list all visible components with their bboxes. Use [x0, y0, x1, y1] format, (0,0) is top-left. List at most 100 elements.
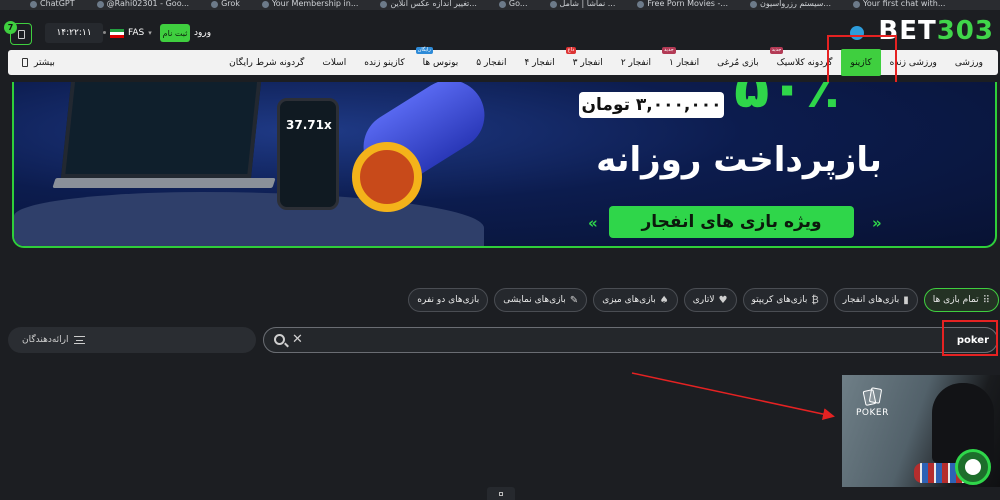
category-tab[interactable]: ✎ بازی‌های نمایشی: [494, 288, 588, 312]
lottery-icon: ♥: [718, 294, 728, 306]
nav-item[interactable]: اسلات: [313, 50, 355, 75]
clock: ۱۴:۲۲:۱۱: [45, 23, 103, 43]
notification-badge[interactable]: 7: [4, 21, 17, 34]
bookmark-item[interactable]: @Rahi02301 - Goo...: [96, 0, 190, 10]
banner-rock-art: [14, 192, 484, 246]
grid-icon: ⠿: [982, 294, 990, 306]
search-icon[interactable]: [274, 334, 285, 345]
promo-banner[interactable]: 37.71x ۵۰٪ ۳,۰۰۰,۰۰۰ تومان بازپرداخت روز…: [12, 82, 997, 248]
favicon-icon: [750, 0, 758, 8]
nav-item-label: انفجار ۳: [572, 57, 603, 68]
bookmark-item[interactable]: Grok: [211, 0, 240, 10]
nav-badge: جدید: [769, 47, 784, 54]
nav-item[interactable]: انفجار ۱ جدید: [660, 47, 708, 75]
bookmark-item[interactable]: Your first chat with...: [853, 0, 945, 10]
nav-item-label: اسلات: [322, 57, 347, 68]
nav-item[interactable]: ورزشی: [946, 50, 992, 75]
iran-flag-icon: [110, 28, 124, 38]
bookmark-item[interactable]: Free Porn Movies -...: [637, 0, 728, 10]
bookmark-label: ChatGPT: [40, 0, 75, 8]
laptop-illustration: [60, 82, 262, 178]
nav-item-label: انفجار ۴: [524, 57, 555, 68]
favicon-icon: [96, 0, 104, 8]
category-tab[interactable]: ♥ لاتاری: [683, 288, 737, 312]
category-tabs: ⠿ تمام بازی ها ▮ بازی‌های انفجار ₿ بازی‌های ک…: [408, 288, 999, 312]
search-bar[interactable]: ✕: [263, 327, 998, 353]
nav-item[interactable]: انفجار ۳ داغ: [564, 47, 612, 75]
category-tab[interactable]: بازی‌های دو نفره: [408, 288, 489, 312]
show-games-icon: ✎: [569, 294, 579, 306]
category-tab[interactable]: ⠿ تمام بازی ها: [923, 288, 999, 312]
bookmark-item[interactable]: سیستم رزرواسیون...: [750, 0, 831, 10]
annotation-box-casino: [827, 35, 897, 84]
bookmark-label: @Rahi02301 - Goo...: [106, 0, 190, 8]
playing-cards-icon: [862, 387, 883, 407]
separator-dot: [103, 31, 106, 34]
nav-item[interactable]: گردونه شرط رایگان: [220, 50, 313, 75]
close-icon[interactable]: ✕: [292, 332, 303, 348]
bookmark-label: Go...: [508, 0, 528, 8]
crypto-icon: ₿: [811, 294, 819, 306]
category-tab[interactable]: ▮ بازی‌های انفجار: [833, 288, 918, 312]
nav-item-label: ورزشی: [954, 57, 983, 68]
nav-item[interactable]: انفجار ۵: [467, 50, 515, 75]
bookmark-label: تغییر اندازه عکس آنلاین...: [390, 0, 477, 8]
favicon-icon: [261, 0, 269, 8]
phone-illustration: [277, 98, 339, 210]
promo-pill: ویژه بازی های انفجار: [609, 206, 854, 238]
promo-percent: ۵۰٪: [734, 82, 841, 121]
logo-number: 303: [936, 16, 994, 46]
nav-item[interactable]: انفجار ۲: [612, 50, 660, 75]
cannon-wheel: [352, 142, 422, 212]
annotation-box-search: [942, 320, 998, 356]
providers-label: ارائه‌دهندگان: [22, 335, 69, 345]
nav-item-label: انفجار ۵: [476, 57, 507, 68]
nav-badge: داغ: [565, 47, 577, 54]
category-label: تمام بازی ها: [932, 295, 979, 305]
nav-item[interactable]: بازی مُرغی: [708, 50, 768, 75]
category-tab[interactable]: ₿ بازی‌های کریپتو: [742, 288, 828, 312]
nav-item[interactable]: کازینو زنده: [355, 50, 413, 75]
nav-badge: جدید: [661, 47, 676, 54]
favicon-icon: [637, 0, 645, 8]
nav-item-label: بونوس ها: [422, 57, 459, 68]
language-label: FAS: [128, 28, 145, 38]
chevrons-left-icon: «: [588, 214, 598, 232]
chevron-down-icon: ▾: [148, 29, 152, 37]
bookmark-item[interactable]: Your Membership in...: [261, 0, 359, 10]
square-icon: [499, 491, 503, 496]
favicon-icon: [853, 0, 860, 8]
favicon-icon: [549, 0, 557, 8]
nav-badge: رایگان: [415, 47, 433, 54]
more-menu-button[interactable]: بیشتر: [22, 50, 55, 75]
register-button[interactable]: ثبت نام: [160, 24, 190, 42]
laptop-base: [52, 178, 276, 188]
login-button[interactable]: ورود: [194, 24, 211, 42]
scroll-up-button[interactable]: [487, 487, 515, 500]
bookmark-item[interactable]: ChatGPT: [30, 0, 75, 10]
nav-item[interactable]: بونوس ها رایگان: [414, 47, 468, 75]
category-label: بازی‌های کریپتو: [751, 295, 808, 305]
category-label: بازی‌های میزی: [602, 295, 656, 305]
bookmark-item[interactable]: تغییر اندازه عکس آنلاین...: [380, 0, 477, 10]
bookmark-item[interactable]: Go...: [498, 0, 528, 10]
category-label: لاتاری: [692, 295, 715, 305]
nav-item-label: انفجار ۲: [620, 57, 651, 68]
multiplier-text: 37.71x: [286, 118, 332, 132]
providers-filter[interactable]: ارائه‌دهندگان: [8, 327, 256, 353]
language-selector[interactable]: FAS ▾: [110, 24, 152, 42]
favicon-icon: [30, 0, 37, 8]
favicon-icon: [498, 0, 506, 8]
support-chat-button[interactable]: [955, 449, 991, 485]
phone-icon: [17, 29, 25, 39]
table-games-icon: ♠: [659, 294, 669, 306]
bookmark-label: سیستم رزرواسیون...: [760, 0, 831, 8]
game-title: POKER: [856, 408, 889, 418]
bookmark-label: Your Membership in...: [271, 0, 359, 8]
category-label: بازی‌های نمایشی: [503, 295, 566, 305]
nav-item[interactable]: انفجار ۴: [515, 50, 563, 75]
promo-amount: ۳,۰۰۰,۰۰۰ تومان: [579, 92, 724, 118]
bookmark-item[interactable]: نماشا | شامل ...: [549, 0, 615, 10]
nav-item-label: کازینو زنده: [364, 57, 405, 68]
category-tab[interactable]: ♠ بازی‌های میزی: [593, 288, 678, 312]
